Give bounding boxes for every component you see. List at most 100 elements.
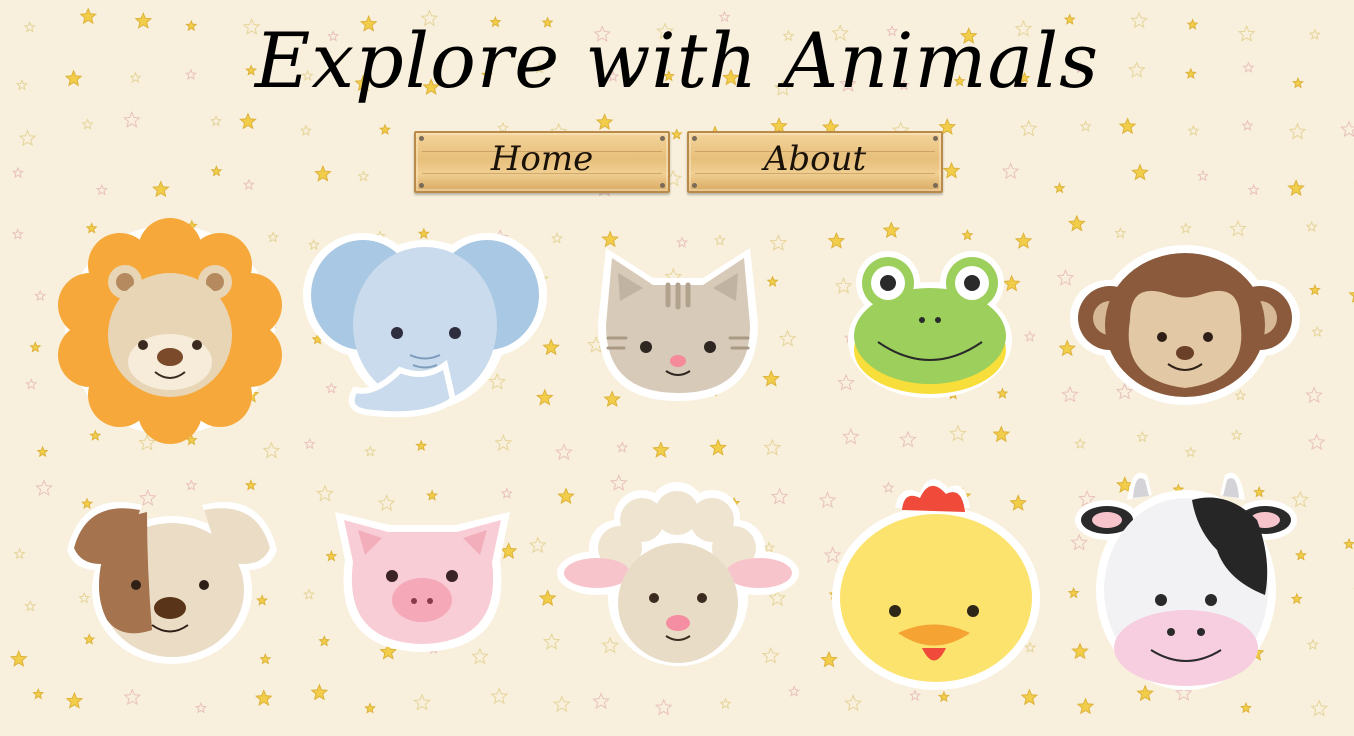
star-decoration — [1307, 433, 1326, 451]
star-decoration — [616, 441, 629, 453]
star-decoration — [29, 341, 42, 353]
star-decoration — [32, 688, 45, 700]
star-decoration — [1020, 688, 1039, 706]
star-decoration — [1239, 701, 1252, 714]
star-decoration — [316, 484, 334, 502]
star-decoration — [194, 701, 207, 714]
star-decoration — [719, 697, 732, 710]
star-decoration — [1067, 214, 1086, 232]
star-decoration — [1247, 183, 1260, 196]
cow-face-icon[interactable] — [1075, 460, 1297, 695]
star-decoration — [210, 165, 223, 177]
star-decoration — [426, 489, 439, 501]
star-decoration — [1287, 179, 1305, 197]
star-decoration — [185, 479, 198, 491]
star-decoration — [413, 693, 431, 711]
star-decoration — [670, 128, 683, 140]
star-decoration — [763, 438, 782, 456]
pig-face-icon[interactable] — [330, 500, 515, 655]
nav-home-button[interactable]: Home — [414, 131, 670, 193]
star-decoration — [992, 425, 1011, 443]
nav-about-button[interactable]: About — [687, 131, 943, 193]
star-decoration — [34, 289, 47, 302]
star-decoration — [908, 689, 921, 701]
star-decoration — [1136, 430, 1149, 443]
star-decoration — [303, 437, 316, 450]
star-decoration — [36, 445, 49, 458]
nav-home-label: Home — [490, 139, 594, 179]
star-decoration — [11, 228, 24, 240]
star-decoration — [1079, 120, 1092, 132]
star-decoration — [949, 424, 967, 442]
sheep-face-icon[interactable] — [557, 482, 799, 668]
frog-face-icon[interactable] — [846, 250, 1014, 400]
star-decoration — [415, 439, 428, 452]
star-decoration — [210, 114, 223, 127]
star-decoration — [1230, 428, 1243, 441]
star-decoration — [1131, 163, 1149, 181]
page-title: Explore with Animals — [254, 16, 1100, 105]
star-decoration — [899, 430, 917, 448]
star-decoration — [1196, 169, 1209, 182]
cat-face-icon[interactable] — [588, 243, 768, 405]
star-decoration — [1074, 437, 1087, 450]
star-decoration — [123, 688, 142, 706]
star-decoration — [961, 229, 974, 241]
star-decoration — [1179, 222, 1192, 234]
star-decoration — [314, 164, 332, 182]
star-decoration — [357, 170, 370, 182]
star-decoration — [95, 183, 108, 196]
star-decoration — [1184, 446, 1197, 458]
star-decoration — [844, 694, 863, 712]
star-decoration — [766, 275, 779, 287]
star-decoration — [538, 589, 557, 607]
star-decoration — [242, 178, 255, 190]
star-decoration — [1310, 699, 1329, 717]
star-decoration — [25, 378, 38, 390]
star-decoration — [550, 232, 563, 244]
star-decoration — [841, 427, 860, 445]
star-decoration — [778, 329, 797, 347]
star-decoration — [302, 588, 315, 600]
monkey-face-icon[interactable] — [1070, 240, 1300, 405]
nav-about-label: About — [763, 139, 867, 179]
star-decoration — [24, 600, 37, 612]
star-decoration — [1114, 227, 1127, 239]
star-decoration — [1023, 330, 1036, 342]
dog-face-icon[interactable] — [62, 490, 282, 665]
star-decoration — [18, 129, 37, 147]
star-decoration — [364, 702, 377, 714]
star-decoration — [490, 687, 509, 705]
star-decoration — [542, 632, 561, 650]
star-decoration — [1229, 219, 1247, 237]
elephant-face-icon[interactable] — [303, 230, 547, 425]
star-decoration — [788, 685, 801, 697]
star-decoration — [769, 234, 788, 251]
star-decoration — [592, 692, 610, 710]
star-decoration — [1014, 232, 1033, 249]
star-decoration — [1311, 325, 1324, 338]
star-decoration — [552, 695, 571, 713]
star-decoration — [11, 166, 24, 179]
lion-face-icon[interactable] — [55, 218, 285, 444]
star-decoration — [1340, 120, 1354, 138]
star-decoration — [937, 690, 950, 703]
star-decoration — [709, 438, 727, 456]
star-decoration — [65, 691, 84, 709]
star-decoration — [378, 123, 391, 135]
star-decoration — [1348, 292, 1354, 303]
chick-face-icon[interactable] — [830, 468, 1042, 690]
star-decoration — [942, 161, 961, 179]
star-decoration — [1001, 162, 1020, 180]
star-decoration — [151, 180, 170, 198]
star-decoration — [652, 441, 670, 458]
star-decoration — [1294, 549, 1307, 561]
star-decoration — [542, 338, 560, 356]
star-decoration — [1306, 638, 1319, 651]
star-decoration — [1343, 537, 1354, 550]
star-decoration — [81, 118, 94, 130]
star-decoration — [318, 635, 331, 647]
star-decoration — [554, 443, 573, 461]
star-decoration — [1118, 117, 1137, 135]
star-decoration — [1305, 386, 1323, 404]
